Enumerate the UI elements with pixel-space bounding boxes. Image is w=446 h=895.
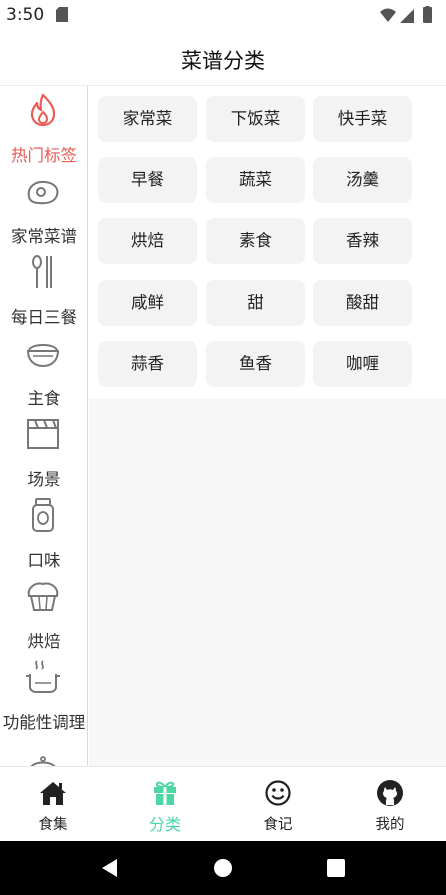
spoon-fork-icon [32, 255, 52, 288]
smiley-icon [265, 780, 291, 806]
recents-icon[interactable] [324, 856, 348, 880]
sidebar-item-label: 家常菜谱 [11, 227, 77, 246]
tab-category[interactable]: 分类 [115, 767, 215, 842]
sidebar-item-label: 功能性调理 [2, 713, 86, 732]
home-button-icon[interactable] [211, 856, 235, 880]
egg-plate-icon [27, 180, 59, 205]
tag-chip[interactable]: 酸甜 [313, 280, 412, 326]
category-content: 家常菜 下饭菜 快手菜 早餐 蔬菜 汤羹 烘焙 素食 香辣 咸鲜 甜 酸甜 蒜香… [89, 86, 446, 766]
back-icon[interactable] [98, 856, 122, 880]
page-title: 菜谱分类 [181, 49, 265, 73]
muffin-icon [27, 582, 59, 611]
tab-home[interactable]: 食集 [3, 767, 103, 842]
sidebar-item-label: 热门标签 [11, 146, 77, 165]
rice-bowl-icon [26, 344, 60, 368]
sidebar-item-label: 烘焙 [27, 632, 61, 651]
sidebar-item-staple[interactable]: 主食 [0, 329, 87, 410]
tag-chip[interactable]: 汤羹 [313, 157, 412, 203]
sim-card-icon [56, 7, 68, 22]
sidebar-item-label: 主食 [27, 389, 61, 408]
app-header: 菜谱分类 [0, 30, 446, 86]
sauce-jar-icon [32, 498, 54, 532]
tab-label: 食记 [263, 817, 293, 833]
tag-chip[interactable]: 快手菜 [313, 96, 412, 142]
tag-grid: 家常菜 下饭菜 快手菜 早餐 蔬菜 汤羹 烘焙 素食 香辣 咸鲜 甜 酸甜 蒜香… [89, 86, 446, 398]
tab-label: 食集 [38, 817, 68, 833]
home-icon [40, 782, 66, 805]
tag-chip[interactable]: 早餐 [98, 157, 197, 203]
tag-chip[interactable]: 家常菜 [98, 96, 197, 142]
status-bar: 3:50 [0, 0, 446, 30]
tab-food-journal[interactable]: 食记 [228, 767, 328, 842]
signal-battery-icons [380, 6, 432, 23]
tag-chip[interactable]: 甜 [206, 280, 305, 326]
tag-chip[interactable]: 素食 [206, 218, 305, 264]
tab-label: 我的 [375, 817, 405, 833]
clapperboard-icon [27, 419, 59, 449]
tag-chip[interactable]: 咸鲜 [98, 280, 197, 326]
sidebar-item-label: 口味 [27, 551, 61, 570]
system-navigation-bar [0, 841, 446, 895]
sidebar-item-hot-tags[interactable]: 热门标签 [0, 86, 87, 167]
bottom-tab-bar: 食集 分类 食记 我的 [0, 766, 446, 841]
sidebar-item-scene[interactable]: 场景 [0, 410, 87, 491]
sidebar-item-baking[interactable]: 烘焙 [0, 572, 87, 653]
tag-chip[interactable]: 烘焙 [98, 218, 197, 264]
sidebar-item-daily-meals[interactable]: 每日三餐 [0, 248, 87, 329]
sidebar-item-label: 场景 [27, 470, 61, 489]
tag-chip[interactable]: 咖喱 [313, 341, 412, 387]
tag-chip[interactable]: 蒜香 [98, 341, 197, 387]
category-sidebar[interactable]: 热门标签 家常菜谱 每日三餐 主食 场景 口味 烘焙 功能性调理 [0, 86, 88, 766]
tag-chip[interactable]: 下饭菜 [206, 96, 305, 142]
sidebar-item-label: 每日三餐 [11, 308, 77, 327]
sidebar-item-flavor[interactable]: 口味 [0, 491, 87, 572]
tab-mine[interactable]: 我的 [340, 767, 440, 842]
gift-icon [154, 781, 176, 805]
steaming-pot-icon [26, 660, 60, 693]
status-time: 3:50 [6, 5, 45, 25]
tab-label: 分类 [148, 815, 181, 834]
tag-chip[interactable]: 蔬菜 [206, 157, 305, 203]
tag-chip[interactable]: 鱼香 [206, 341, 305, 387]
sidebar-item-more[interactable] [0, 734, 87, 766]
fire-icon [30, 93, 56, 127]
cloche-icon [30, 756, 56, 766]
tag-chip[interactable]: 香辣 [313, 218, 412, 264]
github-icon [377, 780, 403, 806]
sidebar-item-functional[interactable]: 功能性调理 [0, 653, 87, 734]
sidebar-item-home-recipes[interactable]: 家常菜谱 [0, 167, 87, 248]
